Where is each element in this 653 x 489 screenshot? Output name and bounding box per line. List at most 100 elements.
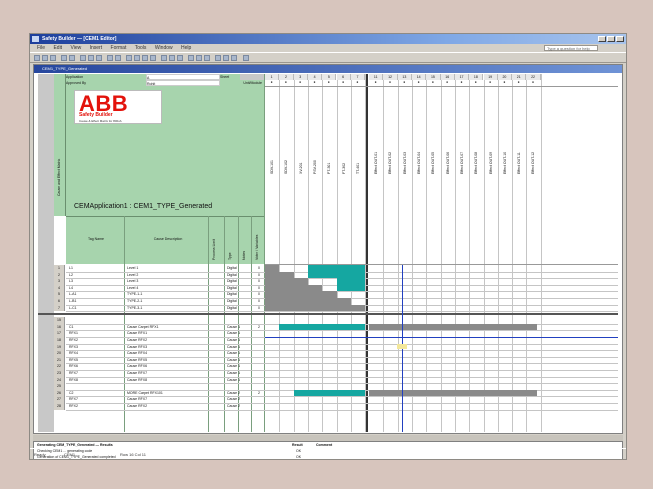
cause-tag[interactable]: RFX1 bbox=[68, 330, 125, 336]
cause-tag[interactable]: L-C1 bbox=[68, 305, 125, 311]
cause-tag[interactable]: L1 bbox=[68, 265, 125, 271]
cause-voting[interactable]: 0 bbox=[253, 265, 264, 271]
menu-window[interactable]: Window bbox=[155, 44, 173, 52]
col-notes[interactable]: Notes bbox=[242, 234, 246, 260]
copy-icon[interactable] bbox=[88, 55, 94, 61]
cause-tag[interactable]: RFX2 bbox=[68, 337, 125, 343]
minimize-button[interactable] bbox=[598, 36, 606, 42]
cause-type[interactable]: Cause 1 bbox=[226, 357, 252, 363]
verify-icon[interactable] bbox=[169, 55, 175, 61]
menu-edit[interactable]: Edit bbox=[53, 44, 62, 52]
cause-tag[interactable]: RFX7 bbox=[68, 370, 125, 376]
cause-voting[interactable]: 0 bbox=[253, 305, 264, 311]
insert-row-icon[interactable] bbox=[126, 55, 132, 61]
cause-description[interactable]: TYPE-3-1 bbox=[126, 305, 209, 311]
cause-tag[interactable]: L-A1 bbox=[68, 291, 125, 297]
cause-type[interactable]: Cause 1 bbox=[226, 350, 252, 356]
cause-description[interactable]: Cause RFX8 bbox=[126, 377, 209, 383]
insert-column-icon[interactable] bbox=[134, 55, 140, 61]
cause-type[interactable]: Digital bbox=[226, 285, 252, 291]
cause-description[interactable]: Cause RFX2 bbox=[126, 403, 209, 409]
cause-voting[interactable]: 0 bbox=[253, 285, 264, 291]
cause-tag[interactable]: RFX4 bbox=[68, 350, 125, 356]
cause-type[interactable]: Cause 2 bbox=[226, 390, 252, 396]
cause-type[interactable]: Digital bbox=[226, 265, 252, 271]
help-icon[interactable] bbox=[243, 55, 249, 61]
cause-tag[interactable]: RFX3 bbox=[68, 344, 125, 350]
cause-type[interactable]: Digital bbox=[226, 305, 252, 311]
cause-description[interactable]: Cause RFX7 bbox=[126, 370, 209, 376]
bold-icon[interactable] bbox=[215, 55, 221, 61]
save-icon[interactable] bbox=[50, 55, 56, 61]
paste-icon[interactable] bbox=[96, 55, 102, 61]
cause-type[interactable]: Cause 2 bbox=[226, 403, 252, 409]
generate-icon[interactable] bbox=[161, 55, 167, 61]
cause-type[interactable]: Digital bbox=[226, 298, 252, 304]
cause-tag[interactable]: L4 bbox=[68, 285, 125, 291]
cause-type[interactable]: Cause 2 bbox=[226, 396, 252, 402]
cause-description[interactable]: Cause RFX3 bbox=[126, 344, 209, 350]
title-bar[interactable]: Safety Builder — [CEM1 Editor] bbox=[30, 34, 626, 44]
cause-description[interactable]: Cause Carpet RFX1 bbox=[126, 324, 209, 330]
maximize-button[interactable] bbox=[607, 36, 615, 42]
cause-type[interactable]: Cause 1 bbox=[226, 344, 252, 350]
cause-tag[interactable]: C2 bbox=[68, 390, 125, 396]
download-icon[interactable] bbox=[177, 55, 183, 61]
cause-voting[interactable]: 0 bbox=[253, 291, 264, 297]
cause-description[interactable]: TYPE-1-1 bbox=[126, 291, 209, 297]
cause-voting[interactable]: 0 bbox=[253, 298, 264, 304]
cause-voting[interactable]: 2 bbox=[253, 390, 264, 396]
cause-type[interactable]: Cause 1 bbox=[226, 363, 252, 369]
menu-view[interactable]: View bbox=[70, 44, 81, 52]
menu-insert[interactable]: Insert bbox=[90, 44, 103, 52]
cause-description[interactable]: Level 1 bbox=[126, 265, 209, 271]
cause-voting[interactable]: 0 bbox=[253, 278, 264, 284]
cause-description[interactable]: Cause RFX4 bbox=[126, 350, 209, 356]
zoom-in-icon[interactable] bbox=[188, 55, 194, 61]
cause-type[interactable]: Cause 1 bbox=[226, 377, 252, 383]
undo-icon[interactable] bbox=[107, 55, 113, 61]
col-process-limit[interactable]: Process Limit bbox=[212, 222, 216, 260]
close-button[interactable] bbox=[616, 36, 624, 42]
matrix-active-row[interactable] bbox=[279, 323, 366, 331]
menu-file[interactable]: File bbox=[37, 44, 45, 52]
cause-description[interactable]: Cause RFX5 bbox=[126, 357, 209, 363]
cause-description[interactable]: MORE Carpet RFX101 bbox=[126, 390, 209, 396]
zoom-out-icon[interactable] bbox=[196, 55, 202, 61]
cause-tag[interactable]: L-B1 bbox=[68, 298, 125, 304]
selected-cell[interactable] bbox=[396, 343, 407, 349]
cause-tag[interactable]: RFX2 bbox=[68, 403, 125, 409]
new-icon[interactable] bbox=[34, 55, 40, 61]
col-tag-name[interactable]: Tag Name bbox=[68, 236, 124, 244]
cause-type[interactable]: Cause 1 bbox=[226, 324, 252, 330]
cause-tag[interactable]: L3 bbox=[68, 278, 125, 284]
matrix-active-block[interactable] bbox=[307, 265, 366, 279]
cause-voting[interactable]: 0 bbox=[253, 272, 264, 278]
menu-format[interactable]: Format bbox=[111, 44, 127, 52]
cause-tag[interactable]: RFX7 bbox=[68, 396, 125, 402]
cause-description[interactable]: Cause RFX1 bbox=[126, 330, 209, 336]
matrix-active-block[interactable] bbox=[336, 278, 366, 292]
cause-tag[interactable]: C1 bbox=[68, 324, 125, 330]
cause-description[interactable]: TYPE-2-1 bbox=[126, 298, 209, 304]
cause-description[interactable]: Cause RFX7 bbox=[126, 396, 209, 402]
delete-row-icon[interactable] bbox=[142, 55, 148, 61]
cause-description[interactable]: Level 2 bbox=[126, 272, 209, 278]
cause-type[interactable]: Cause 1 bbox=[226, 370, 252, 376]
cause-description[interactable]: Level 4 bbox=[126, 285, 209, 291]
delete-column-icon[interactable] bbox=[150, 55, 156, 61]
redo-icon[interactable] bbox=[115, 55, 121, 61]
col-voting[interactable]: Voter / Variables bbox=[255, 220, 259, 260]
help-search-input[interactable]: Type a question for help bbox=[544, 45, 598, 51]
print-icon[interactable] bbox=[61, 55, 67, 61]
preview-icon[interactable] bbox=[69, 55, 75, 61]
matrix-active-row[interactable] bbox=[293, 389, 366, 397]
cut-icon[interactable] bbox=[80, 55, 86, 61]
cause-tag[interactable]: RFX5 bbox=[68, 357, 125, 363]
cause-voting[interactable]: 2 bbox=[253, 324, 264, 330]
cause-type[interactable]: Digital bbox=[226, 272, 252, 278]
menu-help[interactable]: Help bbox=[181, 44, 191, 52]
document-title-bar[interactable]: CEM1_TYPE_Generated bbox=[34, 65, 622, 73]
italic-icon[interactable] bbox=[223, 55, 229, 61]
open-icon[interactable] bbox=[42, 55, 48, 61]
